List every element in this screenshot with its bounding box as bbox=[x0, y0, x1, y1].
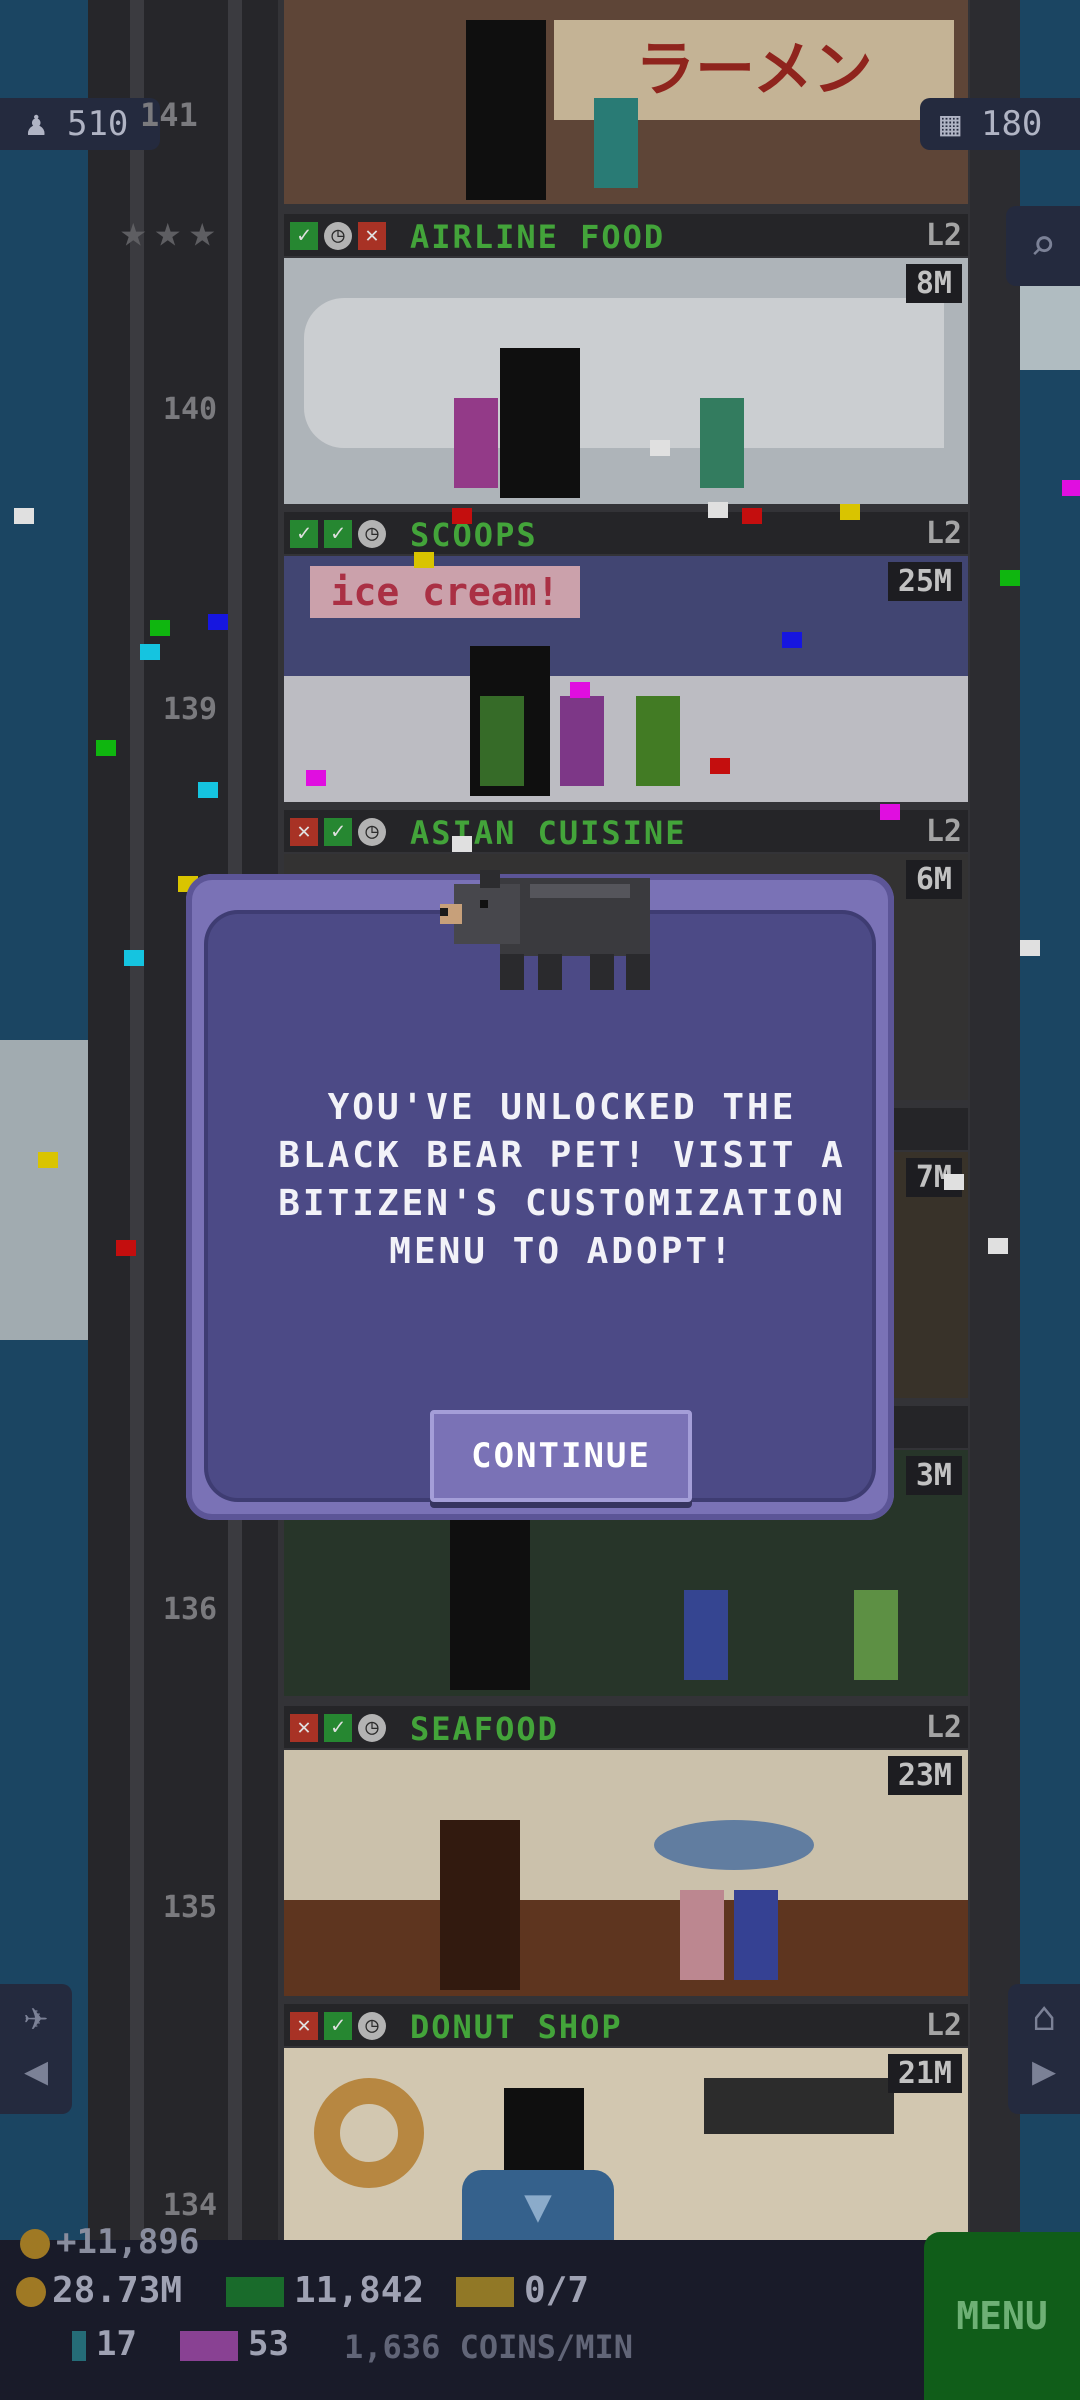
black-bear-icon bbox=[440, 870, 650, 990]
modal-panel: YOU'VE UNLOCKED THE BLACK BEAR PET! VISI… bbox=[208, 914, 872, 1502]
continue-button[interactable]: CONTINUE bbox=[430, 1410, 692, 1502]
pet-unlock-modal: YOU'VE UNLOCKED THE BLACK BEAR PET! VISI… bbox=[186, 870, 894, 1520]
modal-message: YOU'VE UNLOCKED THE BLACK BEAR PET! VISI… bbox=[278, 1087, 846, 1272]
